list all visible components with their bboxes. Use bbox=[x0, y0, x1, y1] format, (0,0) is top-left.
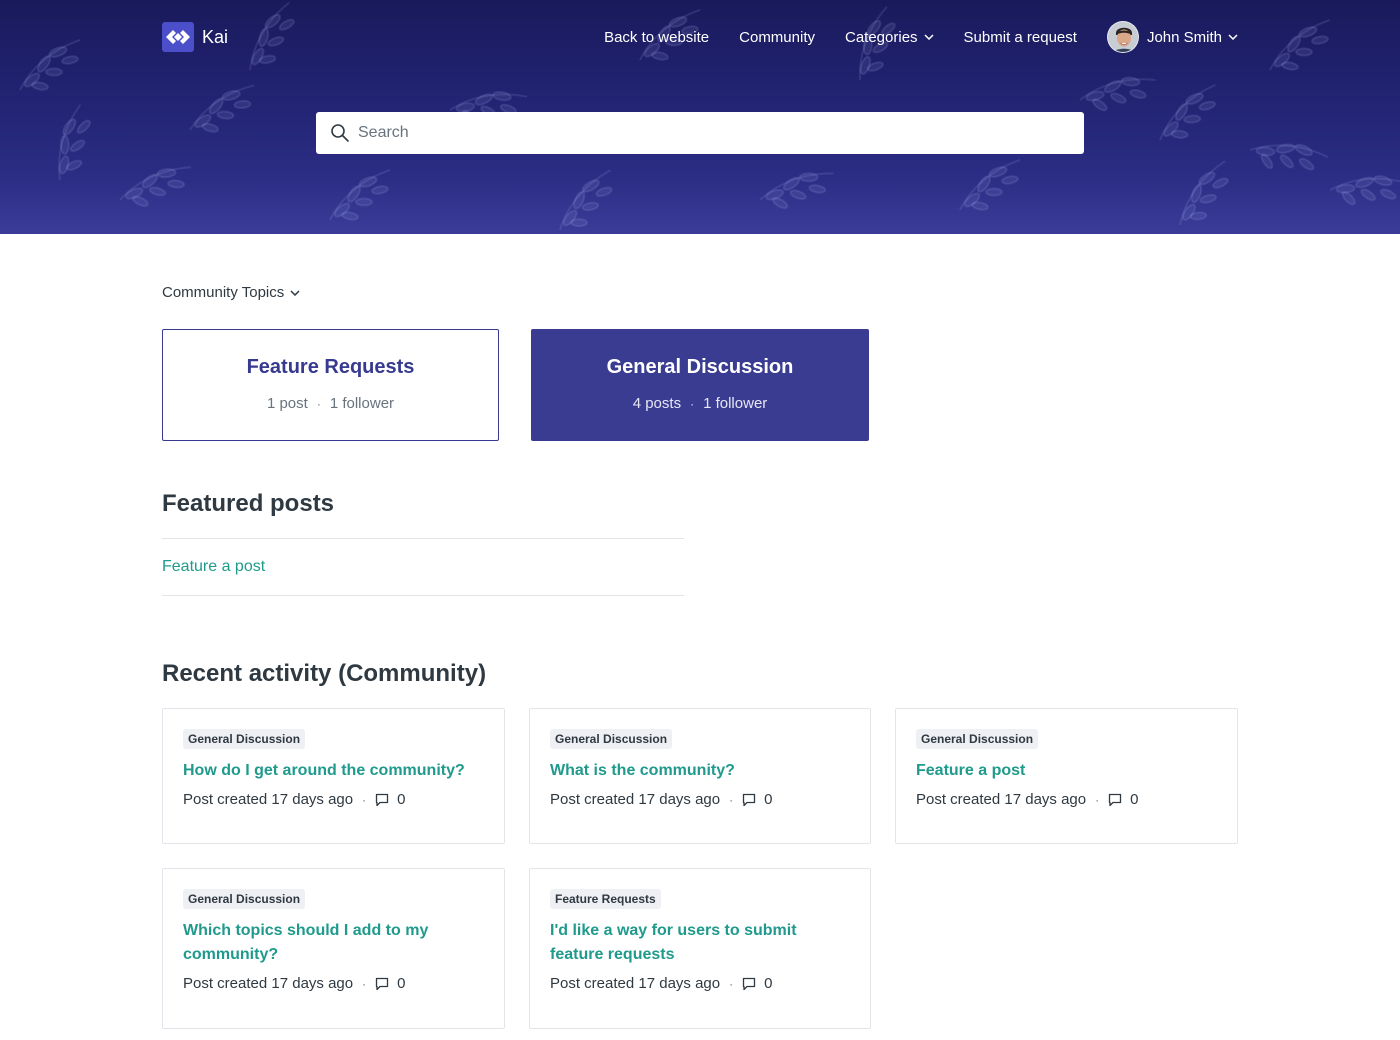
post-card: General Discussion Feature a post Post c… bbox=[895, 708, 1238, 844]
topic-title: Feature Requests bbox=[246, 356, 415, 378]
topic-badge[interactable]: General Discussion bbox=[183, 889, 306, 909]
post-created: Post created 17 days ago bbox=[550, 975, 721, 992]
chevron-down-icon bbox=[1228, 34, 1238, 40]
post-title-link[interactable]: How do I get around the community? bbox=[183, 759, 484, 783]
featured-posts-list: Feature a post bbox=[162, 538, 684, 596]
recent-activity-heading: Recent activity (Community) bbox=[162, 660, 487, 687]
topic-meta: 1 post · 1 follower bbox=[163, 395, 498, 412]
separator-dot: · bbox=[729, 976, 734, 991]
comment-icon bbox=[1108, 793, 1122, 807]
nav-community[interactable]: Community bbox=[739, 29, 815, 46]
topic-card-general-discussion[interactable]: General Discussion 4 posts · 1 follower bbox=[531, 329, 869, 441]
comment-icon bbox=[375, 793, 389, 807]
comment-icon bbox=[375, 977, 389, 991]
post-card: General Discussion Which topics should I… bbox=[162, 868, 505, 1029]
top-nav: Back to website Community Categories Sub… bbox=[574, 21, 1238, 53]
post-title-link[interactable]: I'd like a way for users to submit featu… bbox=[550, 919, 850, 967]
separator-dot: · bbox=[362, 976, 367, 991]
post-meta: Post created 17 days ago · 0 bbox=[183, 791, 484, 808]
topic-badge[interactable]: Feature Requests bbox=[550, 889, 661, 909]
diamond-arrows-icon bbox=[162, 22, 194, 52]
user-menu[interactable]: John Smith bbox=[1106, 21, 1238, 53]
brand-name: Kai bbox=[202, 26, 229, 47]
topic-title: General Discussion bbox=[606, 356, 794, 378]
post-card: General Discussion What is the community… bbox=[529, 708, 871, 844]
topic-meta: 4 posts · 1 follower bbox=[532, 395, 868, 412]
post-title-link[interactable]: Which topics should I add to my communit… bbox=[183, 919, 484, 967]
chevron-down-icon bbox=[924, 34, 934, 40]
nav-categories-dropdown[interactable]: Categories bbox=[845, 29, 934, 46]
post-meta: Post created 17 days ago · 0 bbox=[550, 791, 850, 808]
search-icon bbox=[330, 123, 350, 143]
comment-icon bbox=[742, 793, 756, 807]
post-created: Post created 17 days ago bbox=[183, 791, 354, 808]
post-meta: Post created 17 days ago · 0 bbox=[183, 975, 484, 992]
community-topics-label: Community Topics bbox=[162, 284, 285, 301]
topic-badge[interactable]: General Discussion bbox=[916, 729, 1039, 749]
post-created: Post created 17 days ago bbox=[550, 791, 721, 808]
nav-submit-request[interactable]: Submit a request bbox=[964, 29, 1077, 46]
separator-dot: · bbox=[316, 396, 321, 411]
hero-banner: Kai Back to website Community Categories… bbox=[0, 0, 1400, 234]
nav-categories-label: Categories bbox=[845, 28, 918, 46]
separator-dot: · bbox=[729, 792, 734, 807]
topic-follower-count: 1 follower bbox=[329, 395, 395, 412]
post-card: General Discussion How do I get around t… bbox=[162, 708, 505, 844]
featured-posts-heading: Featured posts bbox=[162, 490, 335, 517]
comment-count: 0 bbox=[1130, 791, 1139, 808]
user-name: John Smith bbox=[1146, 28, 1222, 46]
topic-badge[interactable]: General Discussion bbox=[183, 729, 306, 749]
topic-post-count: 1 post bbox=[266, 395, 308, 412]
separator-dot: · bbox=[362, 792, 367, 807]
separator-dot: · bbox=[690, 396, 695, 411]
search-input[interactable] bbox=[358, 124, 1058, 142]
logo-link[interactable]: Kai bbox=[162, 22, 228, 52]
post-title-link[interactable]: What is the community? bbox=[550, 759, 850, 783]
topic-card-feature-requests[interactable]: Feature Requests 1 post · 1 follower bbox=[162, 329, 499, 441]
topic-badge[interactable]: General Discussion bbox=[550, 729, 673, 749]
chevron-down-icon bbox=[290, 289, 300, 296]
post-title-link[interactable]: Feature a post bbox=[916, 759, 1217, 783]
comment-count: 0 bbox=[397, 791, 406, 808]
feature-a-post-link[interactable]: Feature a post bbox=[162, 558, 265, 576]
comment-count: 0 bbox=[397, 975, 406, 992]
comment-icon bbox=[742, 977, 756, 991]
avatar bbox=[1106, 21, 1139, 53]
topic-follower-count: 1 follower bbox=[703, 395, 768, 412]
post-card: Feature Requests I'd like a way for user… bbox=[529, 868, 871, 1029]
header: Kai Back to website Community Categories… bbox=[162, 20, 1238, 54]
community-topics-dropdown[interactable]: Community Topics bbox=[162, 284, 300, 301]
topic-post-count: 4 posts bbox=[632, 395, 682, 412]
nav-back-to-website[interactable]: Back to website bbox=[604, 29, 709, 46]
comment-count: 0 bbox=[764, 791, 773, 808]
comment-count: 0 bbox=[764, 975, 773, 992]
post-meta: Post created 17 days ago · 0 bbox=[916, 791, 1217, 808]
post-created: Post created 17 days ago bbox=[183, 975, 354, 992]
post-created: Post created 17 days ago bbox=[916, 791, 1087, 808]
post-meta: Post created 17 days ago · 0 bbox=[550, 975, 850, 992]
separator-dot: · bbox=[1095, 792, 1100, 807]
search-bar bbox=[316, 112, 1084, 154]
